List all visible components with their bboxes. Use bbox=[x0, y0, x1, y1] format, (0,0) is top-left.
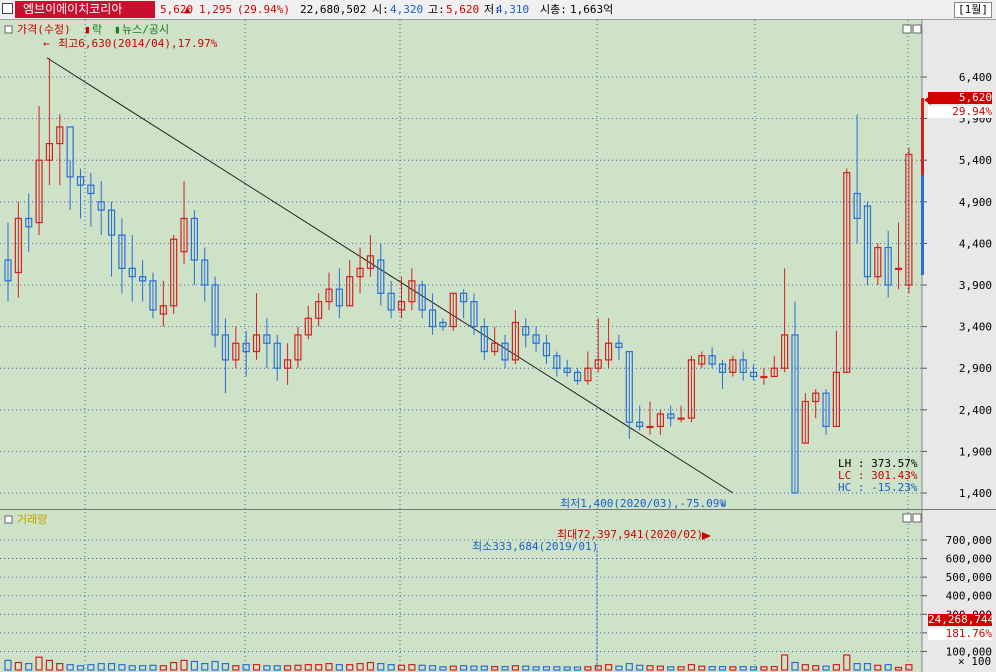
open-label: 시: bbox=[372, 3, 389, 16]
low-value: 4,310 bbox=[496, 3, 530, 16]
price-range-bar-up bbox=[921, 98, 924, 175]
volume-tick-label: 500,000 bbox=[946, 571, 992, 584]
candle-body bbox=[646, 425, 654, 429]
legend-fall-marker-icon: ▮ bbox=[84, 23, 91, 36]
current-pct-axis-label: 29.94% bbox=[928, 106, 992, 118]
y-tick-label: 1,900 bbox=[959, 445, 992, 458]
y-tick-label: 2,900 bbox=[959, 362, 992, 375]
y-tick-label: 3,900 bbox=[959, 279, 992, 292]
volume-pane-close-icon[interactable] bbox=[912, 513, 922, 523]
mcap-label: 시총: bbox=[540, 3, 567, 16]
volume-pane-bg bbox=[0, 510, 922, 672]
y-tick-label: 3,400 bbox=[959, 321, 992, 334]
high-value: 5,620 bbox=[446, 3, 480, 16]
candle-body bbox=[894, 267, 903, 270]
volume-tick-label: 600,000 bbox=[946, 553, 992, 566]
period-selector[interactable]: [1월] bbox=[954, 2, 992, 18]
mcap-value: 1,663억 bbox=[570, 3, 614, 16]
current-volume-axis-label: 24,268,744 bbox=[928, 613, 995, 626]
volume-tick-label: 700,000 bbox=[946, 534, 992, 547]
volume-pct-axis-label: 181.76% bbox=[928, 628, 992, 640]
y-tick-label: 4,400 bbox=[959, 237, 992, 250]
up-arrow-icon: ▲ bbox=[184, 3, 191, 16]
stat-hc: HC : -15.23% bbox=[838, 481, 918, 494]
min-volume-annotation: 최소333,684(2019/01) bbox=[472, 540, 599, 553]
min-price-arrow-icon: ↲ bbox=[720, 497, 727, 510]
current-price-axis-label: 5,620 bbox=[928, 92, 992, 104]
legend-news-marker-icon: ▮ bbox=[114, 23, 121, 36]
legend-price-series[interactable]: 가격(수정) bbox=[17, 24, 71, 36]
min-price-annotation: 최저1,400(2020/03),-75.09% bbox=[560, 497, 726, 510]
price-pane-close-icon[interactable] bbox=[912, 24, 922, 34]
price-range-bar-down bbox=[921, 175, 924, 275]
candle-body bbox=[677, 417, 685, 420]
legend-news[interactable]: 뉴스/공시 bbox=[122, 24, 169, 36]
legend-fall[interactable]: 락 bbox=[92, 24, 102, 36]
price-change: 1,295 bbox=[199, 3, 233, 16]
open-value: 4,320 bbox=[390, 3, 424, 16]
select-checkbox[interactable] bbox=[2, 3, 13, 14]
price-pane-maximize-icon[interactable] bbox=[902, 24, 912, 34]
volume-unit-label: × 100 bbox=[958, 655, 992, 668]
high-label: 고: bbox=[428, 3, 445, 16]
y-tick-label: 6,400 bbox=[959, 71, 992, 84]
y-tick-label: 4,900 bbox=[959, 196, 992, 209]
volume-value: 22,680,502 bbox=[300, 3, 367, 16]
volume-pane-maximize-icon[interactable] bbox=[902, 513, 912, 523]
price-pane-toggle-icon[interactable] bbox=[4, 25, 13, 34]
volume-pane-toggle-icon[interactable] bbox=[4, 515, 13, 524]
stats-box: LH : 373.57% LC : 301.43% HC : -15.23% bbox=[838, 458, 917, 494]
price-pane-bg bbox=[0, 20, 922, 510]
y-tick-label: 1,400 bbox=[959, 487, 992, 500]
quote-header: 엠브이에이치코리아 5,620 ▲ 1,295 (29.94%) 22,680,… bbox=[0, 0, 996, 20]
chart-area: 6,4005,9005,4004,9004,4003,9003,4002,900… bbox=[0, 20, 996, 672]
stock-chart-window: 엠브이에이치코리아 5,620 ▲ 1,295 (29.94%) 22,680,… bbox=[0, 0, 996, 672]
y-tick-label: 2,400 bbox=[959, 404, 992, 417]
max-price-arrow-icon: ← bbox=[43, 37, 50, 50]
y-tick-label: 5,400 bbox=[959, 154, 992, 167]
volume-tick-label: 400,000 bbox=[946, 590, 992, 603]
legend-volume[interactable]: 거래량 bbox=[17, 514, 47, 526]
price-change-pct: (29.94%) bbox=[237, 3, 290, 16]
max-price-annotation: 최고6,630(2014/04),17.97% bbox=[58, 37, 218, 50]
stock-name[interactable]: 엠브이에이치코리아 bbox=[15, 1, 155, 18]
candle-body bbox=[760, 375, 768, 379]
